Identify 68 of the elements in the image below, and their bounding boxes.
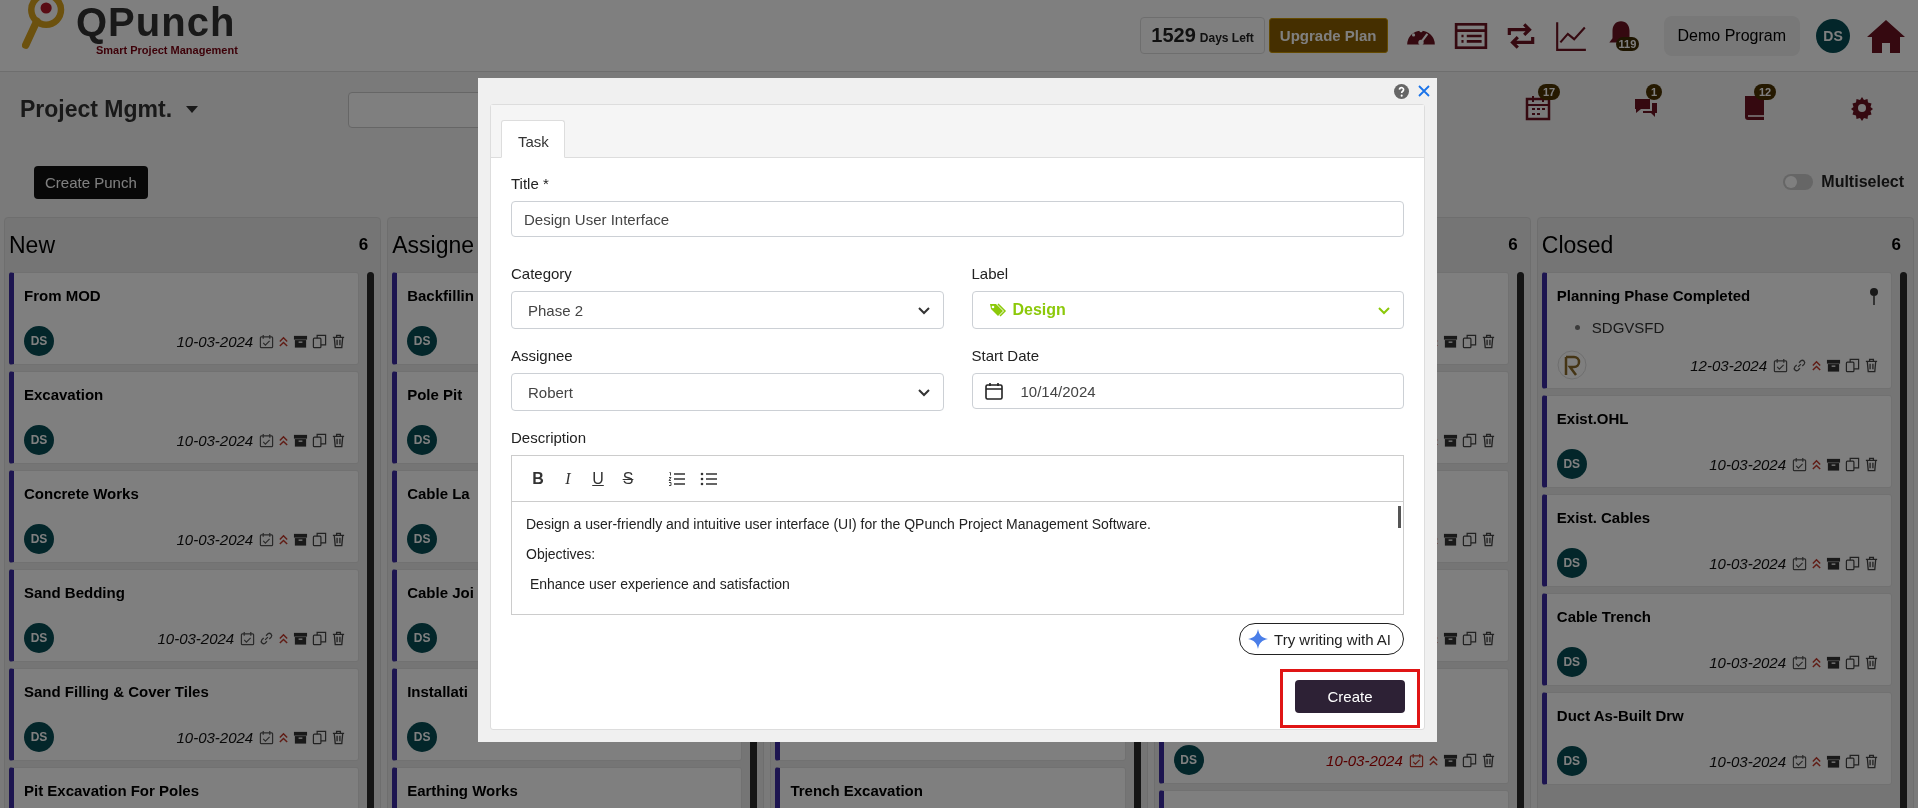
assignee-avatar: DS xyxy=(1556,548,1587,578)
due-date: 12-03-2024 xyxy=(1690,356,1767,374)
card-title: Exist. Cables xyxy=(1556,509,1651,526)
due-date: 10-03-2024 xyxy=(176,530,254,548)
count-badge: 12 xyxy=(1754,83,1777,100)
due-date: 10-03-2024 xyxy=(176,332,254,350)
column-count: 6 xyxy=(358,235,369,255)
card-title: Pole Pit xyxy=(407,386,463,403)
card-title: Backfillin xyxy=(407,287,474,304)
assignee-avatar: DS xyxy=(1556,746,1587,776)
card-title: Exist.OHL xyxy=(1556,410,1629,427)
assignee-avatar: DS xyxy=(407,425,438,455)
card-title: Earthing Works xyxy=(407,782,518,799)
card-title: Trench Excavation xyxy=(790,782,923,799)
multiselect-label: Multiselect xyxy=(1821,173,1904,191)
field-label: Description xyxy=(511,429,588,446)
assignee-avatar: DS xyxy=(407,524,438,554)
card-title: Planning Phase Completed xyxy=(1556,287,1751,304)
due-date: 10-03-2024 xyxy=(157,629,235,647)
column-title: New xyxy=(9,231,55,259)
due-date: 10-03-2024 xyxy=(1709,554,1786,572)
assignee-avatar: DS xyxy=(24,425,54,455)
column-count: 6 xyxy=(1508,235,1518,255)
assignee-avatar: DS xyxy=(1556,647,1587,677)
count-badge: 1 xyxy=(1646,83,1663,100)
days-label: Days Left xyxy=(1199,31,1254,45)
due-date: 10-03-2024 xyxy=(1709,653,1786,671)
field-label: Start Date xyxy=(971,347,1041,364)
card-note: SDGVSFD xyxy=(1574,319,1879,336)
assignee-avatar: DS xyxy=(24,722,54,752)
column-title: Closed xyxy=(1541,231,1614,259)
logo-tagline: Smart Project Management xyxy=(96,43,238,56)
assignee-avatar: DS xyxy=(407,722,438,752)
field-label: Label xyxy=(971,265,1010,282)
field-label: Title * xyxy=(511,175,550,192)
field-label: Assignee xyxy=(511,347,574,364)
assignee-avatar: DS xyxy=(1556,449,1587,479)
card-title: Cable La xyxy=(407,485,470,502)
days-count: 1529 xyxy=(1151,24,1196,47)
card-title: Sand Filling & Cover Tiles xyxy=(24,683,209,700)
due-date: 10-03-2024 xyxy=(176,728,254,746)
due-date: 10-03-2024 xyxy=(1709,455,1786,473)
card-title: Duct As-Built Drw xyxy=(1556,707,1684,724)
due-date: 10-03-2024 xyxy=(176,431,254,449)
card-title: Sand Bedding xyxy=(24,584,125,601)
due-date: 10-03-2024 xyxy=(1326,751,1403,769)
assignee-avatar: DS xyxy=(1173,745,1204,775)
description-paragraph: Enhance user experience and satisfaction xyxy=(528,576,791,592)
card-title: Concrete Works xyxy=(24,485,139,502)
card-title: Cable Trench xyxy=(1556,608,1651,625)
column-count: 6 xyxy=(1891,235,1901,255)
assignee-avatar: DS xyxy=(407,326,438,356)
card-title: Excavation xyxy=(24,386,104,403)
assignee-avatar: DS xyxy=(24,326,54,356)
description-paragraph: Design a user-friendly and intuitive user interface (UI) for the QPunch Project Management Software. xyxy=(526,516,1152,532)
field-label: Category xyxy=(511,265,573,282)
count-badge: 17 xyxy=(1538,83,1561,100)
due-date: 10-03-2024 xyxy=(1709,752,1786,770)
card-title: Installati xyxy=(407,683,469,700)
assignee-avatar: DS xyxy=(24,524,54,554)
card-title: From MOD xyxy=(24,287,101,304)
card-title: Cable Joi xyxy=(407,584,474,601)
column-title: Assigne xyxy=(392,231,474,259)
assignee-avatar: DS xyxy=(24,623,54,653)
description-paragraph: Objectives: xyxy=(526,546,597,562)
card-title: Pit Excavation For Poles xyxy=(24,782,200,799)
assignee-avatar: DS xyxy=(407,623,438,653)
logo-wordmark: QPunch xyxy=(76,1,237,42)
